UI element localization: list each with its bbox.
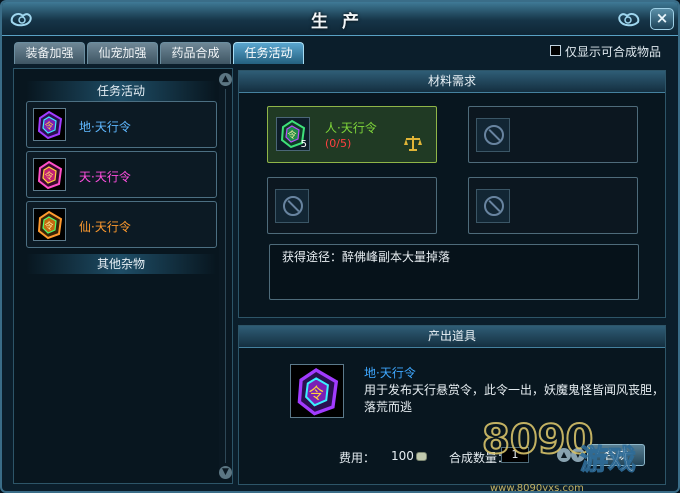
output-panel: 产出道具 令 地·天行令 用于发布天行悬赏令，此令一出，妖魔鬼怪皆闻风丧胆，落荒…: [238, 325, 666, 485]
item-label: 地·天行令: [79, 120, 131, 134]
human-token-icon: 令 5: [276, 117, 310, 151]
materials-panel: 材料需求 令 5 人·天行令 (0/5) 获得途径：醉佛峰副本大量掉落: [238, 70, 666, 318]
category-header-misc[interactable]: 其他杂物: [26, 254, 216, 274]
craft-button[interactable]: 合成: [587, 444, 645, 466]
heaven-token-icon: 令: [33, 158, 66, 191]
item-label: 仙·天行令: [79, 220, 131, 234]
tab-potion-synthesis[interactable]: 药品合成: [160, 42, 231, 64]
empty-slot: [476, 189, 510, 223]
production-window: 生产 × 装备加强 仙宠加强 药品合成 任务活动 仅显示可合成物品 任务活动 令…: [0, 0, 680, 493]
source-box: 获得途径：醉佛峰副本大量掉落: [269, 244, 639, 300]
locked-icon: [484, 196, 504, 216]
list-item[interactable]: 令 仙·天行令: [26, 201, 217, 248]
list-item[interactable]: 令 地·天行令: [26, 101, 217, 148]
quantity-decrease-icon[interactable]: ▼: [571, 448, 585, 462]
locked-icon: [484, 125, 504, 145]
balance-scale-icon[interactable]: [403, 133, 423, 153]
empty-slot: [275, 189, 309, 223]
list-item[interactable]: 令 天·天行令: [26, 151, 217, 198]
tab-pet-enhance[interactable]: 仙宠加强: [87, 42, 158, 64]
quantity-label: 合成数量：: [449, 451, 510, 465]
fee-label: 费用：: [339, 451, 376, 465]
window-title: 生产: [311, 12, 373, 32]
svg-text:令: 令: [44, 220, 53, 232]
item-label: 天·天行令: [79, 170, 131, 184]
output-title: 产出道具: [239, 326, 665, 348]
close-button[interactable]: ×: [650, 8, 674, 30]
item-count: 5: [300, 139, 307, 150]
svg-text:令: 令: [309, 385, 324, 403]
material-progress: (0/5): [325, 137, 352, 150]
fee-value: 100: [391, 449, 414, 463]
source-text: 获得途径：醉佛峰副本大量掉落: [282, 250, 451, 264]
tab-equipment-enhance[interactable]: 装备加强: [14, 42, 85, 64]
material-slot-3[interactable]: [267, 177, 437, 234]
item-list-panel: 任务活动 令 地·天行令 令 天·天行令 令 仙·天行令 其他杂物 ▲ ▼: [13, 68, 233, 484]
output-description: 用于发布天行悬赏令，此令一出，妖魔鬼怪皆闻风丧胆，落荒而逃: [364, 383, 665, 414]
cloud-ornament-icon: [618, 12, 640, 27]
svg-text:令: 令: [44, 120, 53, 132]
earth-token-icon[interactable]: 令: [290, 364, 344, 418]
scroll-track[interactable]: [225, 89, 226, 463]
list-scrollbar[interactable]: ▲ ▼: [219, 73, 232, 479]
coin-icon: [416, 452, 427, 461]
locked-icon: [283, 196, 303, 216]
materials-title: 材料需求: [239, 71, 665, 93]
category-header-quest-events[interactable]: 任务活动: [26, 81, 216, 101]
output-name: 地·天行令: [364, 366, 416, 380]
quantity-input[interactable]: 1: [501, 447, 529, 463]
scroll-up-icon[interactable]: ▲: [219, 73, 232, 86]
tab-quest-events[interactable]: 任务活动: [233, 42, 304, 64]
material-slot-2[interactable]: [468, 106, 638, 163]
immortal-token-icon: 令: [33, 208, 66, 241]
svg-text:令: 令: [44, 170, 53, 182]
title-bar[interactable]: 生产 ×: [2, 2, 678, 36]
material-slot-4[interactable]: [468, 177, 638, 234]
quantity-increase-icon[interactable]: ▲: [557, 448, 571, 462]
svg-text:令: 令: [287, 129, 296, 141]
empty-slot: [476, 118, 510, 152]
scroll-down-icon[interactable]: ▼: [219, 466, 232, 479]
material-slot-1[interactable]: 令 5 人·天行令 (0/5): [267, 106, 437, 163]
earth-token-icon: 令: [33, 108, 66, 141]
craftable-only-label[interactable]: 仅显示可合成物品: [565, 43, 661, 60]
craftable-only-checkbox[interactable]: [550, 45, 561, 56]
material-name: 人·天行令: [325, 121, 377, 135]
